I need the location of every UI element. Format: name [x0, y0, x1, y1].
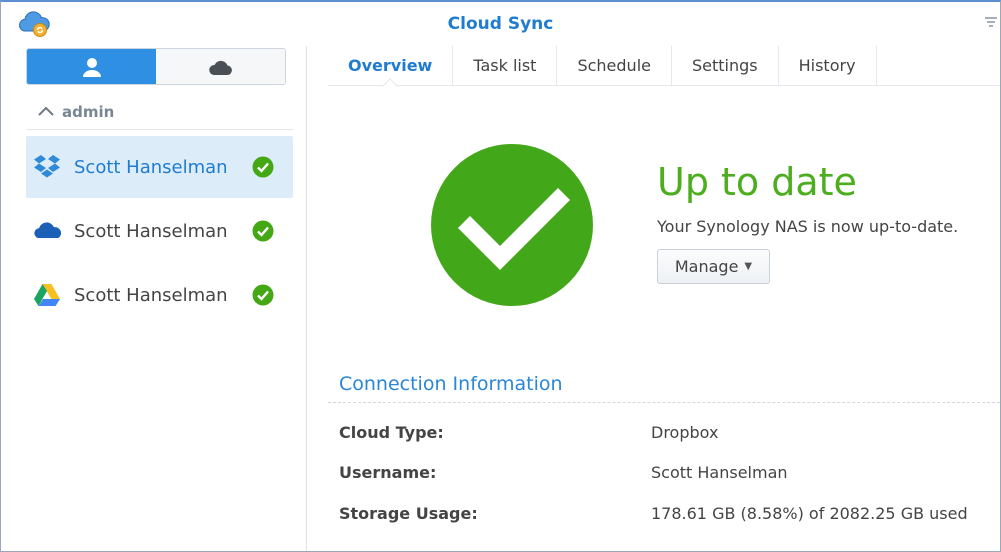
- check-circle-icon: [252, 284, 274, 306]
- manage-button[interactable]: Manage ▼: [657, 249, 770, 284]
- cloud-view-button[interactable]: [156, 49, 285, 84]
- check-circle-icon: [252, 156, 274, 178]
- connection-info-heading: Connection Information: [339, 373, 563, 395]
- group-header-admin[interactable]: admin: [26, 94, 294, 130]
- tab-overview[interactable]: Overview: [328, 46, 452, 85]
- cloud-icon: [208, 60, 232, 75]
- tab-schedule[interactable]: Schedule: [556, 46, 671, 85]
- cloud-sync-window: Cloud Sync admin Scott Hanselman Scott H…: [0, 0, 1001, 552]
- dropbox-icon: [32, 152, 62, 182]
- info-row-cloud-type: Cloud Type: Dropbox: [339, 423, 989, 447]
- account-item-google-drive[interactable]: Scott Hanselman: [26, 264, 293, 326]
- group-label: admin: [62, 102, 115, 121]
- main-panel: Overview Task list Schedule Settings His…: [308, 46, 1000, 551]
- check-circle-icon: [252, 220, 274, 242]
- tab-settings[interactable]: Settings: [670, 46, 778, 85]
- onedrive-icon: [32, 216, 62, 246]
- info-value: Dropbox: [651, 423, 719, 442]
- divider: [328, 402, 1000, 403]
- account-name: Scott Hanselman: [74, 156, 228, 178]
- google-drive-icon: [32, 280, 62, 310]
- account-item-onedrive[interactable]: Scott Hanselman: [26, 200, 293, 262]
- tab-history[interactable]: History: [777, 46, 877, 85]
- info-row-storage-usage: Storage Usage: 178.61 GB (8.58%) of 2082…: [339, 504, 989, 528]
- account-item-dropbox[interactable]: Scott Hanselman: [26, 136, 293, 198]
- manage-button-label: Manage: [674, 257, 739, 276]
- title-bar: Cloud Sync: [1, 2, 1000, 46]
- info-label: Username:: [339, 463, 437, 482]
- info-value: Scott Hanselman: [651, 463, 788, 482]
- info-label: Storage Usage:: [339, 504, 478, 523]
- filter-icon[interactable]: [984, 16, 998, 30]
- user-view-button[interactable]: [27, 49, 156, 84]
- check-circle-large-icon: [431, 144, 593, 306]
- info-label: Cloud Type:: [339, 423, 444, 442]
- account-view-toggle: [26, 48, 286, 85]
- tab-bar: Overview Task list Schedule Settings His…: [328, 46, 1000, 86]
- caret-down-icon: ▼: [744, 261, 753, 272]
- sidebar: admin Scott Hanselman Scott Hanselman Sc…: [1, 46, 307, 551]
- account-name: Scott Hanselman: [74, 220, 228, 242]
- tab-task-list[interactable]: Task list: [452, 46, 556, 85]
- status-subtitle: Your Synology NAS is now up-to-date.: [657, 217, 959, 236]
- user-icon: [82, 57, 101, 77]
- info-value: 178.61 GB (8.58%) of 2082.25 GB used: [651, 504, 968, 523]
- info-row-username: Username: Scott Hanselman: [339, 463, 989, 487]
- window-title: Cloud Sync: [447, 14, 554, 34]
- account-name: Scott Hanselman: [74, 284, 228, 306]
- chevron-up-icon: [38, 106, 54, 116]
- status-title: Up to date: [657, 160, 857, 204]
